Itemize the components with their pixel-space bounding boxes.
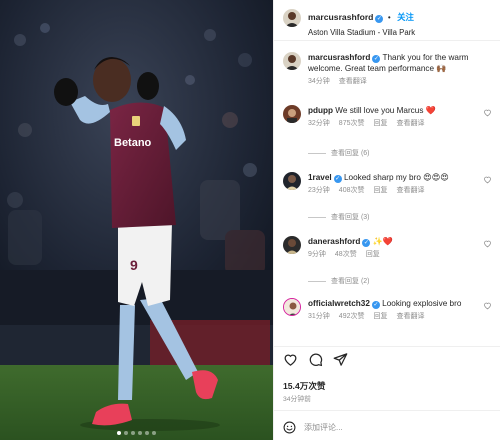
caption: marcusrashford ✓ Thank you for the warm w… bbox=[283, 52, 492, 86]
verified-badge-icon: ✓ bbox=[371, 301, 380, 309]
composer-divider bbox=[274, 410, 500, 411]
carousel-dot[interactable] bbox=[117, 431, 121, 435]
shirt-sponsor: Betano bbox=[114, 137, 152, 149]
commenter-avatar[interactable] bbox=[283, 105, 301, 123]
photo-image: 9 Betano bbox=[0, 0, 273, 440]
comment-item: 1ravel ✓ Looked sharp my bro 😍😍😍 23分钟 408… bbox=[283, 172, 492, 195]
comment-composer bbox=[283, 418, 492, 436]
commenter-avatar[interactable] bbox=[283, 172, 301, 190]
comment-time[interactable]: 31分钟 bbox=[308, 311, 330, 321]
commenter-avatar[interactable] bbox=[283, 236, 301, 254]
heart-outline-icon[interactable] bbox=[483, 239, 492, 248]
reply-button[interactable]: 回复 bbox=[373, 185, 387, 195]
post-side-panel: marcusrashford ✓ • 关注 Aston Villa Stadium… bbox=[273, 0, 500, 440]
comment-username[interactable]: pdupp bbox=[308, 106, 333, 115]
verified-badge-icon: ✓ bbox=[372, 55, 381, 63]
comment-text: Looked sharp my bro 😍😍😍 bbox=[343, 173, 449, 182]
comment-text: Looking explosive bro bbox=[382, 299, 462, 308]
comment-text: ✨❤️ bbox=[372, 237, 393, 246]
verified-badge-icon: ✓ bbox=[362, 239, 371, 247]
comment-text: We still love you Marcus ❤️ bbox=[335, 106, 436, 115]
share-button-paper-plane-icon[interactable] bbox=[333, 352, 348, 367]
comment-username[interactable]: 1ravel bbox=[308, 173, 332, 182]
add-comment-input[interactable] bbox=[304, 422, 464, 432]
follow-button[interactable]: 关注 bbox=[397, 12, 414, 22]
reply-button[interactable]: 回复 bbox=[366, 249, 380, 259]
carousel-dot[interactable] bbox=[145, 431, 149, 435]
comment-username[interactable]: danerashford bbox=[308, 237, 360, 246]
heart-outline-icon[interactable] bbox=[483, 301, 492, 310]
comment-likes[interactable]: 492次赞 bbox=[339, 311, 365, 321]
caption-translate[interactable]: 查看翻译 bbox=[339, 76, 367, 86]
like-button-heart-icon[interactable] bbox=[283, 352, 298, 367]
comment-translate[interactable]: 查看翻译 bbox=[396, 311, 424, 321]
comment-item: pdupp We still love you Marcus ❤️ 32分钟 8… bbox=[283, 105, 492, 128]
heart-outline-icon[interactable] bbox=[483, 108, 492, 117]
commenter-avatar[interactable] bbox=[283, 298, 301, 316]
comment-translate[interactable]: 查看翻译 bbox=[396, 118, 424, 128]
post-actions bbox=[283, 352, 348, 367]
like-count[interactable]: 15.4万次赞 bbox=[283, 380, 326, 392]
carousel-dot[interactable] bbox=[124, 431, 128, 435]
verified-badge-icon: ✓ bbox=[333, 175, 342, 183]
post-header: marcusrashford ✓ • 关注 Aston Villa Stadium… bbox=[283, 7, 492, 37]
carousel-dot[interactable] bbox=[152, 431, 156, 435]
actions-divider bbox=[274, 346, 500, 347]
post-photo[interactable]: 9 Betano bbox=[0, 0, 273, 440]
carousel-dot[interactable] bbox=[138, 431, 142, 435]
emoji-picker-smiley-icon[interactable] bbox=[283, 421, 296, 434]
comment-likes[interactable]: 408次赞 bbox=[339, 185, 365, 195]
author-username[interactable]: marcusrashford bbox=[308, 12, 373, 22]
carousel-indicator bbox=[0, 431, 273, 435]
comment-button-speech-bubble-icon[interactable] bbox=[308, 352, 323, 367]
comment-time[interactable]: 9分钟 bbox=[308, 249, 326, 259]
comment-likes[interactable]: 875次赞 bbox=[339, 118, 365, 128]
comment-item: danerashford ✓ ✨❤️ 9分钟 48次赞 回复 bbox=[283, 236, 492, 259]
reply-button[interactable]: 回复 bbox=[373, 118, 387, 128]
comment-item: officialwretch32 ✓ Looking explosive bro … bbox=[283, 298, 492, 321]
comment-time[interactable]: 23分钟 bbox=[308, 185, 330, 195]
header-divider bbox=[274, 40, 500, 41]
caption-time[interactable]: 34分钟 bbox=[308, 76, 330, 86]
reply-button[interactable]: 回复 bbox=[373, 311, 387, 321]
heart-outline-icon[interactable] bbox=[483, 175, 492, 184]
comment-time[interactable]: 32分钟 bbox=[308, 118, 330, 128]
comment-translate[interactable]: 查看翻译 bbox=[396, 185, 424, 195]
post-timestamp[interactable]: 34分钟前 bbox=[283, 393, 311, 403]
post-viewer: 9 Betano marcusrashford ✓ • 关注 Aston Vil… bbox=[0, 0, 500, 440]
comments-list[interactable]: marcusrashford ✓ Thank you for the warm w… bbox=[283, 48, 492, 344]
shirt-number: 9 bbox=[130, 257, 138, 273]
view-replies[interactable]: 查看回复 (2) bbox=[308, 276, 370, 286]
post-location[interactable]: Aston Villa Stadium - Villa Park bbox=[308, 28, 415, 37]
author-avatar[interactable] bbox=[283, 9, 301, 27]
comment-username[interactable]: officialwretch32 bbox=[308, 299, 370, 308]
view-replies[interactable]: 查看回复 (6) bbox=[308, 148, 370, 158]
author-avatar[interactable] bbox=[283, 52, 301, 70]
comment-likes[interactable]: 48次赞 bbox=[335, 249, 357, 259]
caption-username[interactable]: marcusrashford bbox=[308, 53, 370, 62]
view-replies[interactable]: 查看回复 (3) bbox=[308, 212, 370, 222]
carousel-dot[interactable] bbox=[131, 431, 135, 435]
verified-badge-icon: ✓ bbox=[375, 15, 384, 23]
